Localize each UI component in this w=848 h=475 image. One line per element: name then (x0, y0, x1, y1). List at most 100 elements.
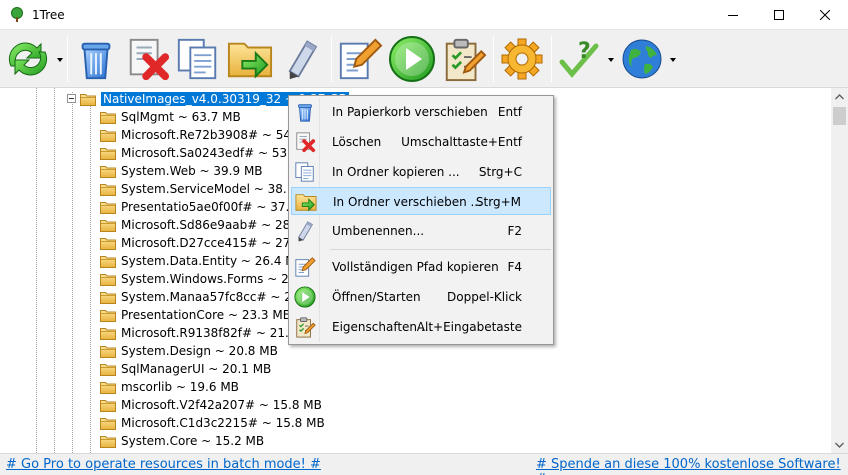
chevron-down-icon (835, 442, 844, 448)
clipboard-icon (441, 36, 487, 82)
donate-link[interactable]: # Spende an diese 100% kostenlose Softwa… (536, 457, 848, 475)
folder-icon (100, 201, 116, 214)
folder-icon (100, 399, 116, 412)
title-bar: 1Tree (0, 0, 848, 30)
copy-icon (175, 36, 221, 82)
copy-path-button[interactable] (334, 33, 386, 85)
minimize-button[interactable] (710, 0, 756, 30)
collapse-toggle[interactable] (67, 94, 76, 103)
menu-item-edit-document[interactable]: Vollständigen Pfad kopieren F4 (291, 253, 551, 281)
tree-node-label: Microsoft.V2f42a207# ~ 15.8 MB (121, 398, 322, 412)
menu-item-move-folder[interactable]: In Ordner verschieben ... Strg+M (291, 187, 551, 215)
tree-node-label: System.Design ~ 20.8 MB (121, 344, 278, 358)
tree-folder-node[interactable]: Microsoft.V2f42a207# ~ 15.8 MB (100, 396, 322, 414)
minimize-icon (728, 15, 738, 16)
menu-item-shortcut: Alt+Eingabetaste (416, 320, 522, 334)
tree-guide-line (36, 88, 37, 453)
web-button[interactable] (616, 33, 668, 85)
folder-icon (100, 237, 116, 250)
settings-button[interactable] (496, 33, 548, 85)
tree-folder-node[interactable]: System.Core ~ 15.2 MB (100, 432, 264, 450)
edit-document-icon (337, 36, 383, 82)
folder-icon (100, 327, 116, 340)
tree-node-label: PresentationCore ~ 23.3 MB (121, 308, 291, 322)
delete-button[interactable] (122, 33, 174, 85)
folder-icon (100, 183, 116, 196)
app-tree-icon (11, 7, 23, 22)
move-button[interactable] (224, 33, 276, 85)
move-folder-icon (295, 191, 317, 213)
help-dropdown-arrow-icon[interactable] (607, 56, 615, 64)
menu-item-label: In Ordner kopieren ... (332, 165, 460, 179)
tree-folder-node[interactable]: PresentationCore ~ 23.3 MB (100, 306, 291, 324)
tree-folder-node[interactable]: System.Design ~ 20.8 MB (100, 342, 278, 360)
tree-folder-node[interactable]: Microsoft.C1d3c2215# ~ 15.8 MB (100, 414, 325, 432)
copy-button[interactable] (172, 33, 224, 85)
menu-item-label: Löschen (332, 135, 382, 149)
menu-item-recycle-bin[interactable]: In Papierkorb verschieben Entf (291, 98, 551, 126)
close-button[interactable] (802, 0, 848, 30)
scroll-up-button[interactable] (831, 88, 848, 105)
menu-item-label: In Papierkorb verschieben (332, 105, 488, 119)
folder-icon (100, 417, 116, 430)
menu-item-shortcut: Doppel-Klick (447, 290, 522, 304)
tree-folder-node[interactable]: System.Data.Entity ~ 26.4 MB (100, 252, 304, 270)
tree-folder-node[interactable]: Microsoft.R9138f82f# ~ 21.5 MB (100, 324, 319, 342)
maximize-button[interactable] (756, 0, 802, 30)
properties-button[interactable] (438, 33, 490, 85)
tree-guide-line (54, 88, 55, 453)
toolbar-separator (493, 36, 494, 82)
folder-icon (100, 309, 116, 322)
chevron-up-icon (835, 93, 844, 99)
menu-item-shortcut: Entf (497, 105, 522, 119)
edit-document-icon (294, 256, 316, 278)
tree-node-label: System.Web ~ 39.9 MB (121, 164, 263, 178)
folder-icon (100, 255, 116, 268)
tree-node-label: System.Core ~ 15.2 MB (121, 434, 265, 448)
clipboard-icon (294, 316, 316, 338)
scroll-thumb[interactable] (833, 107, 846, 125)
menu-item-label: Vollständigen Pfad kopieren (332, 260, 499, 274)
tree-folder-node[interactable]: SqlManagerUI ~ 20.1 MB (100, 360, 271, 378)
scroll-down-button[interactable] (831, 436, 848, 453)
help-button[interactable]: ? (553, 33, 605, 85)
refresh-dropdown-arrow-icon[interactable] (56, 56, 64, 64)
recycle-button[interactable] (70, 33, 122, 85)
web-dropdown-arrow-icon[interactable] (669, 56, 677, 64)
rename-button[interactable] (276, 33, 328, 85)
toolbar-separator (331, 36, 332, 82)
tree-folder-node[interactable]: mscorlib ~ 19.6 MB (100, 378, 239, 396)
menu-item-label: Öffnen/Starten (332, 290, 421, 304)
folder-icon (100, 165, 116, 178)
go-pro-link[interactable]: # Go Pro to operate resources in batch m… (6, 457, 321, 472)
pencil-icon (281, 38, 323, 80)
vertical-scrollbar[interactable] (831, 88, 848, 453)
tree-folder-node[interactable]: System.ServiceModel ~ 38.1 MB (100, 180, 317, 198)
menu-item-clipboard[interactable]: Eigenschaften ... Alt+Eingabetaste (291, 313, 551, 341)
globe-icon (622, 39, 662, 79)
refresh-button[interactable] (2, 33, 54, 85)
menu-item-shortcut: F4 (507, 260, 522, 274)
menu-item-copy[interactable]: In Ordner kopieren ... Strg+C (291, 158, 551, 186)
menu-item-label: Umbenennen... (332, 224, 425, 238)
tree-node-label: mscorlib ~ 19.6 MB (121, 380, 239, 394)
tree-folder-node[interactable]: Presentatio5ae0f00f# ~ 37.9 MB (100, 198, 319, 216)
window-title: 1Tree (32, 8, 65, 22)
menu-item-shortcut: F2 (507, 224, 522, 238)
help-icon: ? (559, 39, 599, 78)
open-button[interactable] (386, 33, 438, 85)
toolbar: ? (0, 30, 848, 88)
copy-icon (294, 161, 316, 183)
menu-separator (330, 249, 551, 250)
menu-item-play[interactable]: Öffnen/Starten Doppel-Klick (291, 283, 551, 311)
tree-guide-line (72, 92, 73, 453)
tree-folder-node[interactable]: System.Web ~ 39.9 MB (100, 162, 263, 180)
status-bar: # Go Pro to operate resources in batch m… (0, 453, 848, 475)
delete-icon (125, 36, 171, 82)
menu-item-pencil[interactable]: Umbenennen... F2 (291, 217, 551, 245)
tree-node-label: System.Data.Entity ~ 26.4 MB (121, 254, 304, 268)
menu-item-delete[interactable]: Löschen Umschalttaste+Entf (291, 128, 551, 156)
tree-folder-node[interactable]: SqlMgmt ~ 63.7 MB (100, 108, 241, 126)
context-menu: In Papierkorb verschieben Entf Löschen Umsc… (288, 95, 554, 345)
folder-icon (100, 435, 116, 448)
